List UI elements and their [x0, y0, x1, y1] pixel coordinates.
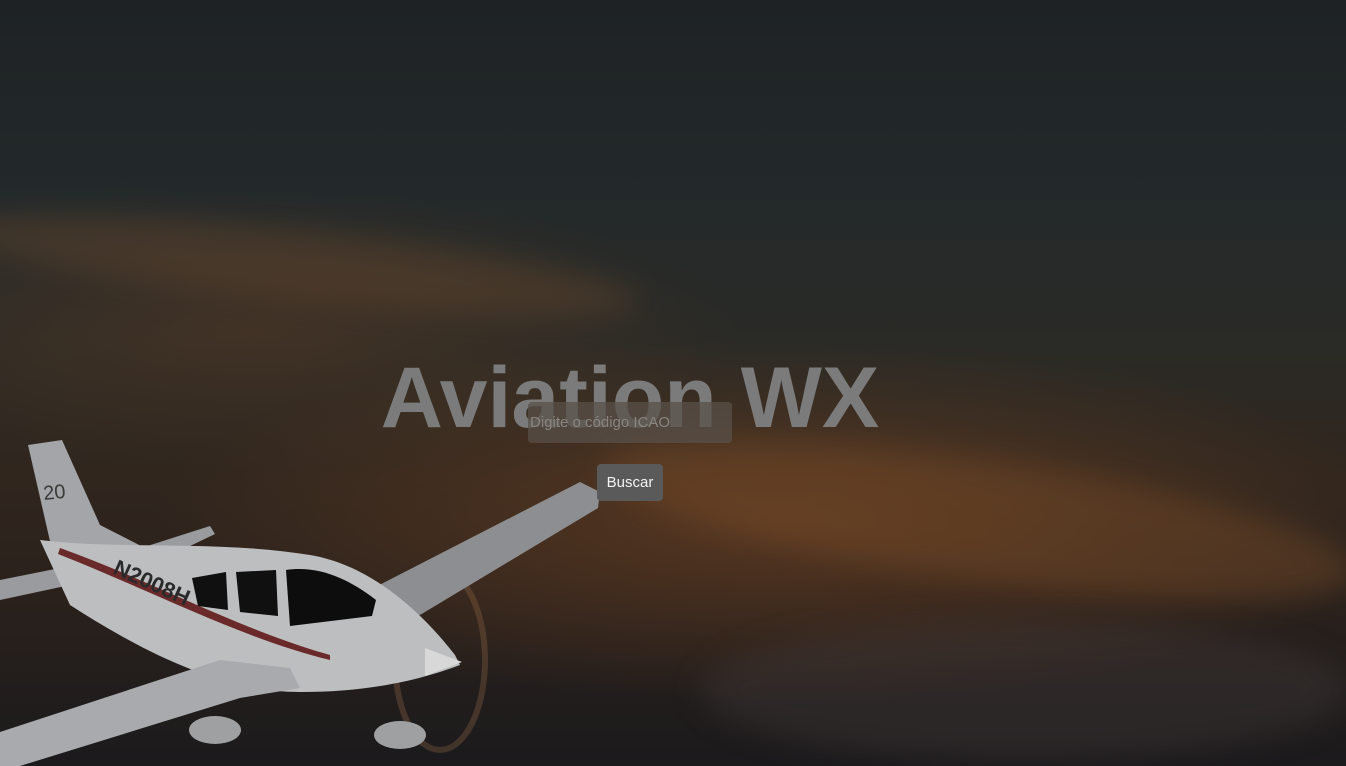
cloud-streak: [0, 193, 642, 337]
search-button[interactable]: Buscar: [597, 464, 663, 501]
hero-background: N2008H 20 Aviation WX Buscar: [0, 0, 1346, 766]
icao-search-input[interactable]: [528, 402, 732, 443]
airplane-image: N2008H 20: [0, 440, 600, 766]
tail-marking: 20: [42, 481, 66, 505]
cloud-streak: [700, 620, 1346, 760]
